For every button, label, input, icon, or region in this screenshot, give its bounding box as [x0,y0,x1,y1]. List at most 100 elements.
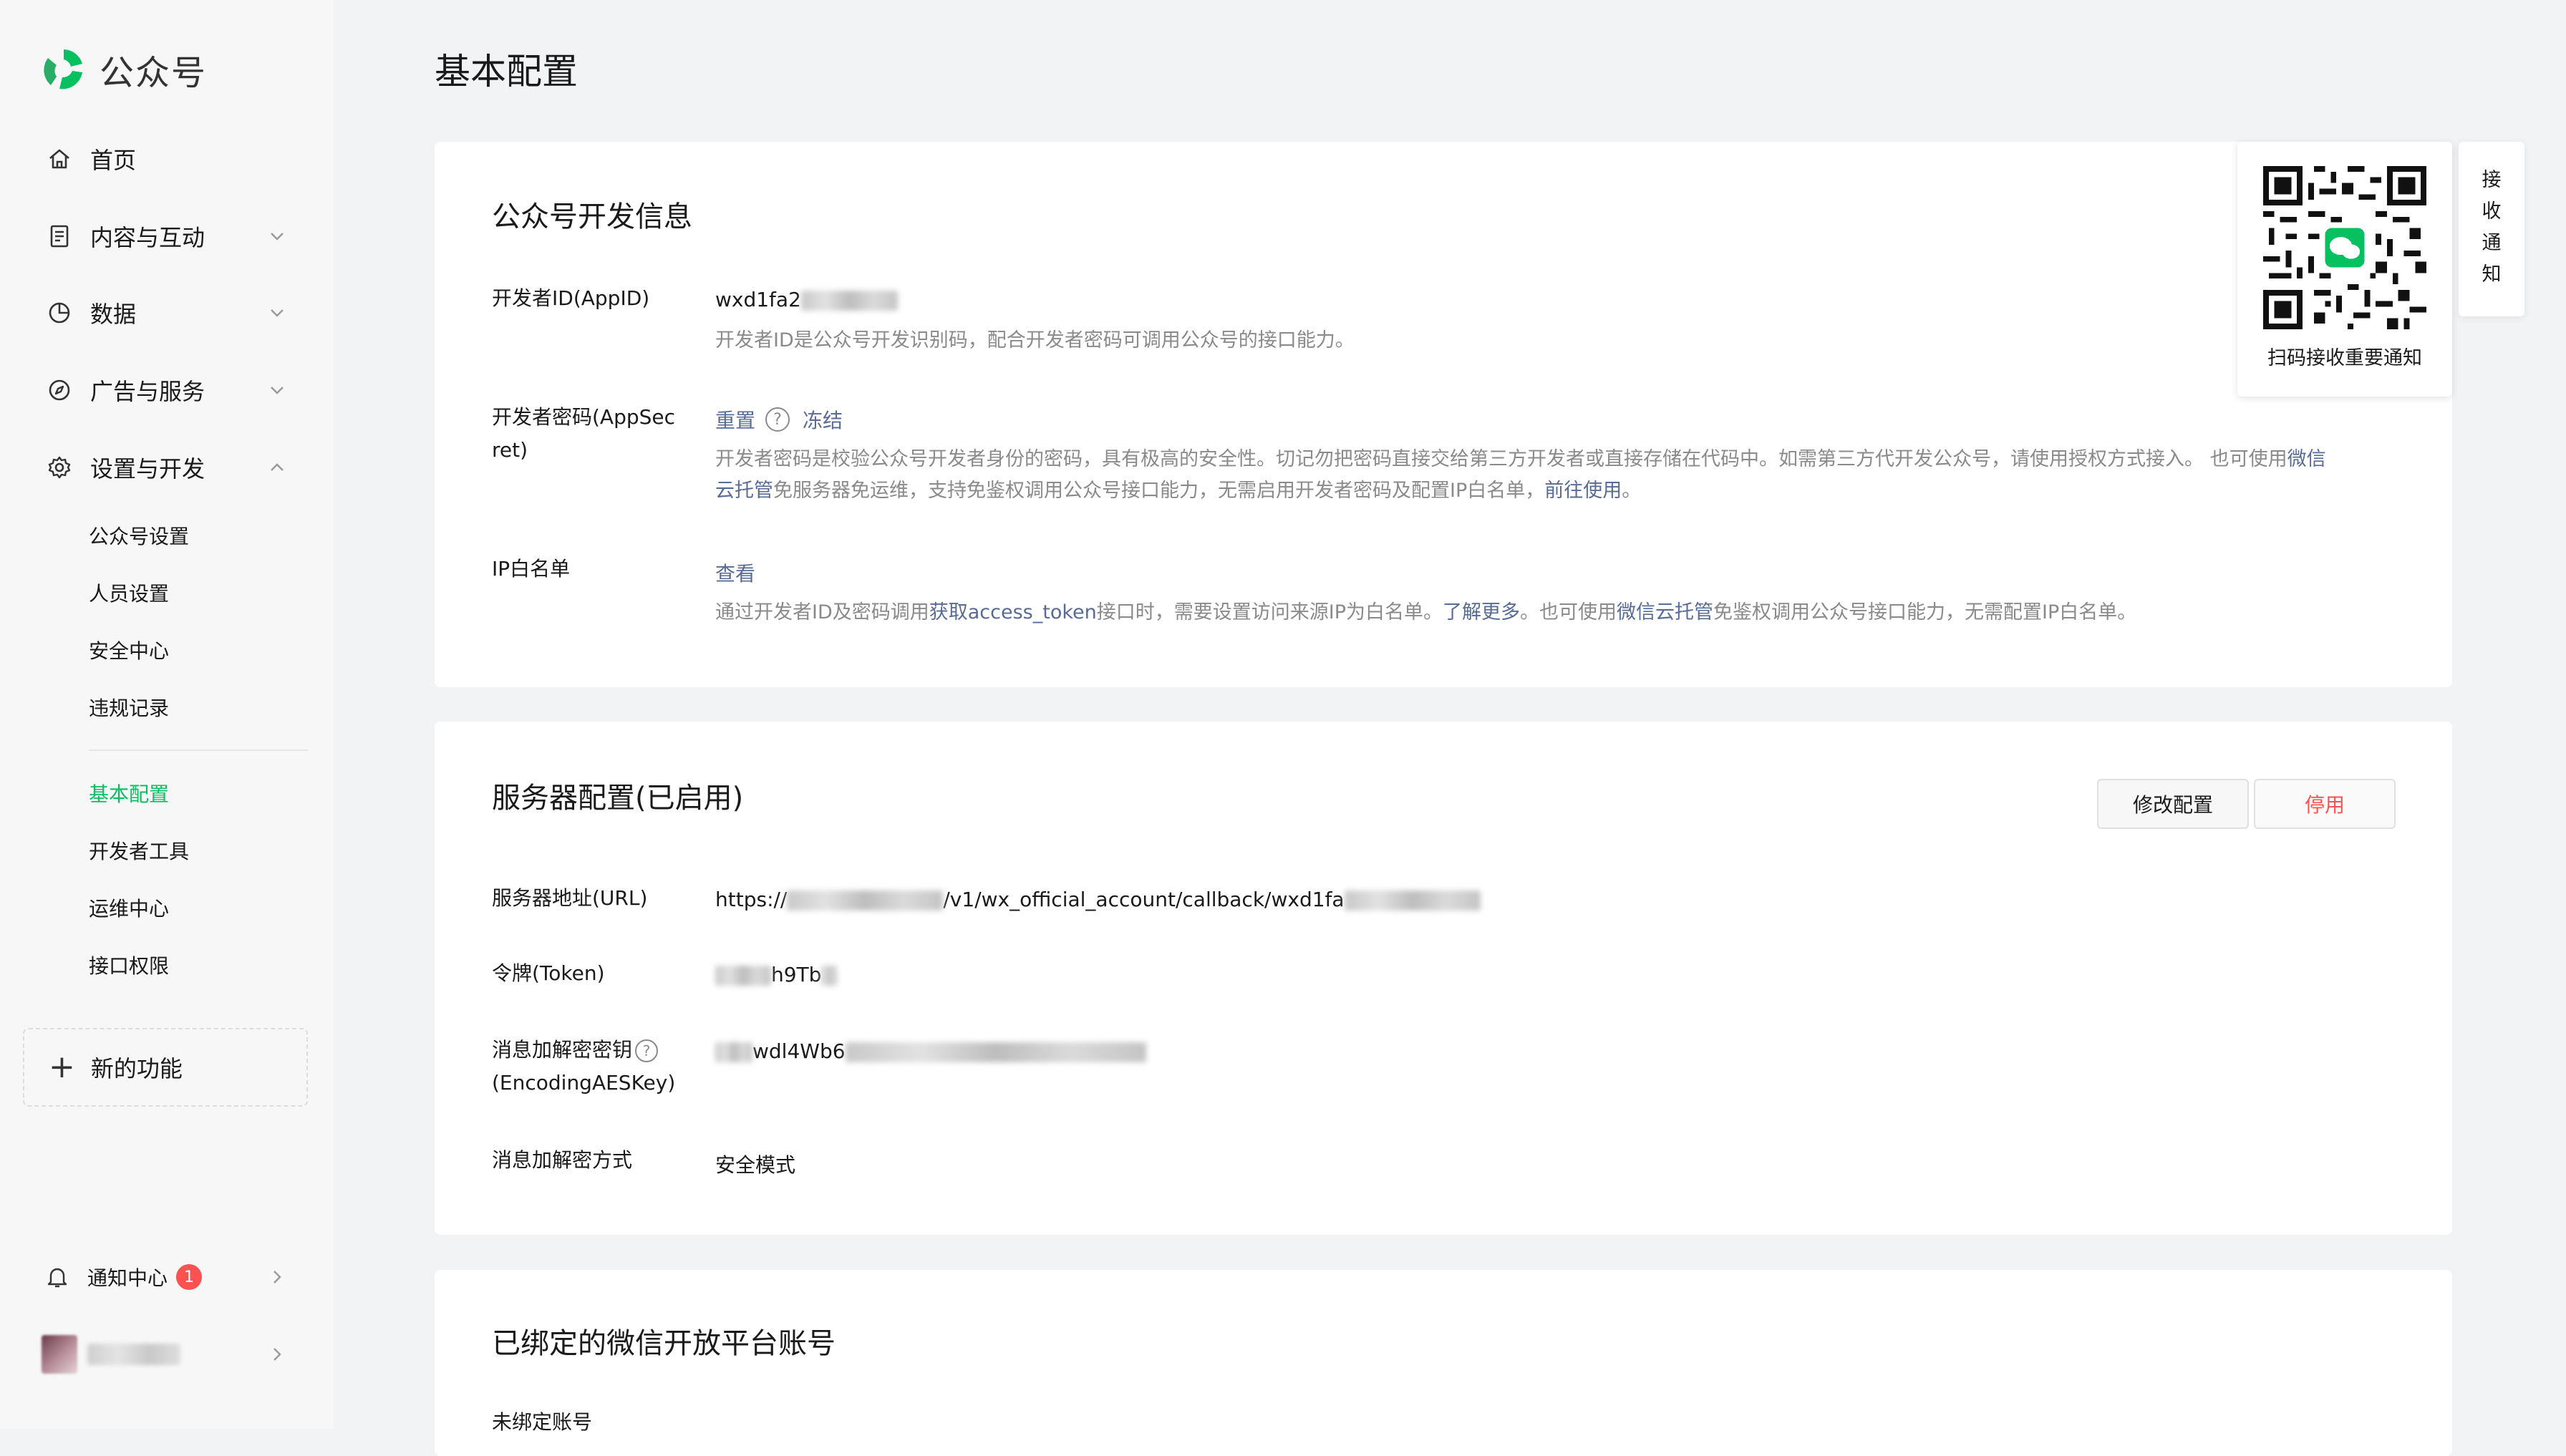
wechat-official-logo-icon [44,49,82,89]
subnav-violation-records[interactable]: 违规记录 [89,693,169,722]
ip-whitelist-view-link[interactable]: 查看 [715,558,755,587]
wechat-cloud-hosting-link[interactable]: 微信云托管 [1617,601,1713,623]
server-url-label: 服务器地址(URL) [492,886,648,910]
freeze-secret-link[interactable]: 冻结 [803,405,843,434]
disable-button[interactable]: 停用 [2254,779,2396,829]
qr-caption: 扫码接收重要通知 [2267,347,2422,369]
token-tail-redacted [821,966,838,986]
wechat-cloud-link-cont[interactable]: 云托管 [715,480,773,502]
subnav-account-settings[interactable]: 公众号设置 [89,521,189,550]
open-platform-status: 未绑定账号 [492,1410,593,1434]
url-host-redacted [787,890,944,911]
notification-label: 通知中心 [87,1266,168,1290]
ip-whitelist-description: 通过开发者ID及密码调用获取access_token接口时，需要设置访问来源IP… [715,597,2136,628]
open-platform-card: 已绑定的微信开放平台账号 未绑定账号 [435,1270,2452,1456]
notification-count-badge: 1 [176,1264,203,1290]
new-feature-label: 新的功能 [90,1055,183,1082]
page-title: 基本配置 [435,51,578,92]
new-feature-button[interactable]: + 新的功能 [23,1028,308,1107]
nav-ads[interactable]: 广告与服务 [44,369,288,412]
appsecret-label: 开发者密码(AppSec ret) [492,401,675,467]
nav-data-label: 数据 [90,301,137,328]
aes-label-line2: (EncodingAESKey) [492,1071,676,1095]
aes-head-redacted [715,1042,752,1062]
reset-secret-link[interactable]: 重置 [715,405,755,434]
token-head-redacted [715,966,771,986]
side-tab-char: 知 [2482,263,2502,286]
account-name-redacted [87,1344,180,1365]
help-icon[interactable]: ? [765,407,790,432]
encryption-mode-label: 消息加解密方式 [492,1148,633,1172]
token-visible-part: h9Tb [771,963,822,986]
subnav-api-permissions[interactable]: 接口权限 [89,951,169,979]
chevron-right-icon [273,1271,281,1283]
notification-center[interactable]: 通知中心 1 [44,1257,288,1297]
aes-key-label: 消息加解密密钥? (EncodingAESKey) [492,1034,675,1100]
appid-description: 开发者ID是公众号开发识别码，配合开发者密码可调用公众号的接口能力。 [715,329,1355,351]
gear-icon [44,452,74,482]
nav-content-label: 内容与互动 [90,224,205,251]
subnav-people-settings[interactable]: 人员设置 [89,578,169,607]
ip-desc-text1: 通过开发者ID及密码调用 [715,601,929,623]
help-icon[interactable]: ? [635,1039,659,1062]
access-token-link[interactable]: 获取access_token [929,601,1097,623]
compass-icon [44,375,74,405]
appsecret-label-line1: 开发者密码(AppSec [492,405,676,429]
document-icon [44,221,74,251]
nav-content[interactable]: 内容与互动 [44,215,288,258]
wechat-cloud-link[interactable]: 微信 [2287,448,2326,470]
subnav-basic-config[interactable]: 基本配置 [89,779,169,807]
open-platform-title: 已绑定的微信开放平台账号 [492,1327,836,1360]
subnav-security-center[interactable]: 安全中心 [89,636,169,664]
brand-logo[interactable]: 公众号 [39,44,207,94]
learn-more-link[interactable]: 了解更多 [1443,601,1520,623]
chevron-down-icon [271,387,284,394]
bell-icon [47,1268,67,1288]
nav-home-label: 首页 [90,147,137,174]
url-prefix: https:// [715,888,788,911]
appid-visible-part: wxd1fa2 [715,288,801,311]
go-use-link[interactable]: 前往使用 [1544,480,1622,502]
appid-label: 开发者ID(AppID) [492,286,650,310]
plus-icon: + [49,1049,75,1085]
appsecret-label-line2: ret) [492,438,528,462]
dev-info-title: 公众号开发信息 [492,200,692,233]
aes-visible-part: wdl4Wb6 [752,1039,846,1063]
side-tab-char: 通 [2482,232,2502,254]
appid-value: wxd1fa2 [715,288,898,311]
edit-config-button[interactable]: 修改配置 [2097,779,2249,829]
subnav-ops-center[interactable]: 运维中心 [89,893,169,922]
appsecret-desc-end: 。 [1622,480,1642,502]
appsecret-desc-text2: 免服务器免运维，支持免鉴权调用公众号接口能力，无需启用开发者密码及配置IP白名单… [773,480,1545,502]
chevron-down-icon [271,233,284,241]
subnav-developer-tools[interactable]: 开发者工具 [89,836,189,865]
sidebar: 公众号 首页 内容与互动 数据 广告与服务 设置与开发 公众号设置 人员设置 安… [0,0,334,1429]
brand-name: 公众号 [100,53,208,93]
dev-info-card: 公众号开发信息 开发者ID(AppID) wxd1fa2 开发者ID是公众号开发… [435,142,2452,687]
ip-desc-text4: 免鉴权调用公众号接口能力，无需配置IP白名单。 [1713,601,2137,623]
appid-redacted [800,291,898,311]
ip-view-text[interactable]: 查看 [715,562,755,586]
account-profile[interactable] [42,1331,288,1377]
ip-whitelist-label: IP白名单 [492,557,571,581]
encryption-mode-value: 安全模式 [715,1153,796,1177]
ip-desc-text3: 。也可使用 [1520,601,1617,623]
nav-ads-label: 广告与服务 [90,378,205,405]
appsecret-desc-text1: 开发者密码是校验公众号开发者身份的密码，具有极高的安全性。切记勿把密码直接交给第… [715,448,2287,470]
aes-tail-redacted [845,1042,1146,1062]
appsecret-description: 开发者密码是校验公众号开发者身份的密码，具有极高的安全性。切记勿把密码直接交给第… [715,444,2412,507]
nav-data[interactable]: 数据 [44,291,288,334]
nav-home[interactable]: 首页 [44,137,288,180]
chevron-down-icon [271,309,284,317]
side-tab-char: 收 [2482,200,2502,223]
ip-desc-text2: 接口时，需要设置访问来源IP为白名单。 [1096,601,1443,623]
aes-label-line1: 消息加解密密钥 [492,1038,633,1062]
server-url-value: https:// /v1/wx_official_account/callback… [715,888,1481,911]
url-path: /v1/wx_official_account/callback/wxd1fa [943,888,1345,911]
nav-settings[interactable]: 设置与开发 [44,446,288,489]
server-config-card: 服务器配置(已启用) 修改配置 停用 服务器地址(URL) https:// /v… [435,722,2452,1235]
pie-chart-icon [44,298,74,328]
chevron-right-icon [273,1348,281,1361]
receive-notification-tab[interactable]: 接 收 通 知 [2459,142,2524,316]
subnav-divider [89,749,309,751]
